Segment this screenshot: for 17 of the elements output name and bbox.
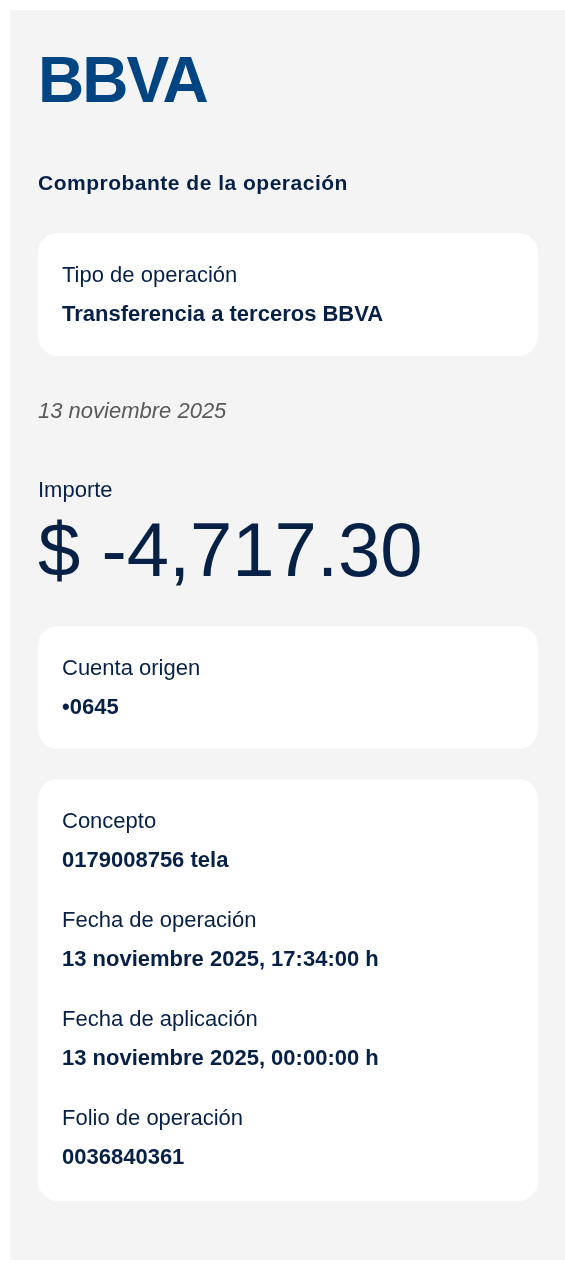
field-value: •0645 [62,693,120,721]
field-label: Fecha de operación [62,905,258,933]
operation-date: 13 noviembre 2025 [38,396,228,425]
field-label: Fecha de aplicación [62,1004,259,1032]
amount-label: Importe [38,475,114,504]
field-value: 13 noviembre 2025, 17:34:00 h [62,945,380,973]
field-value: 0036840361 [62,1143,186,1171]
field-label: Tipo de operación [62,260,239,288]
field-label: Cuenta origen [62,653,202,681]
receipt-title: Comprobante de la operación [38,170,349,196]
field-value: 13 noviembre 2025, 00:00:00 h [62,1044,380,1072]
field-value: Transferencia a terceros BBVA [62,300,385,328]
amount-value: $ -4,717.30 [38,511,424,588]
field-label: Concepto [62,806,158,834]
field-label: Folio de operación [62,1103,244,1131]
bbva-logo: BBVA [38,48,207,112]
field-value: 0179008756 tela [62,846,230,874]
